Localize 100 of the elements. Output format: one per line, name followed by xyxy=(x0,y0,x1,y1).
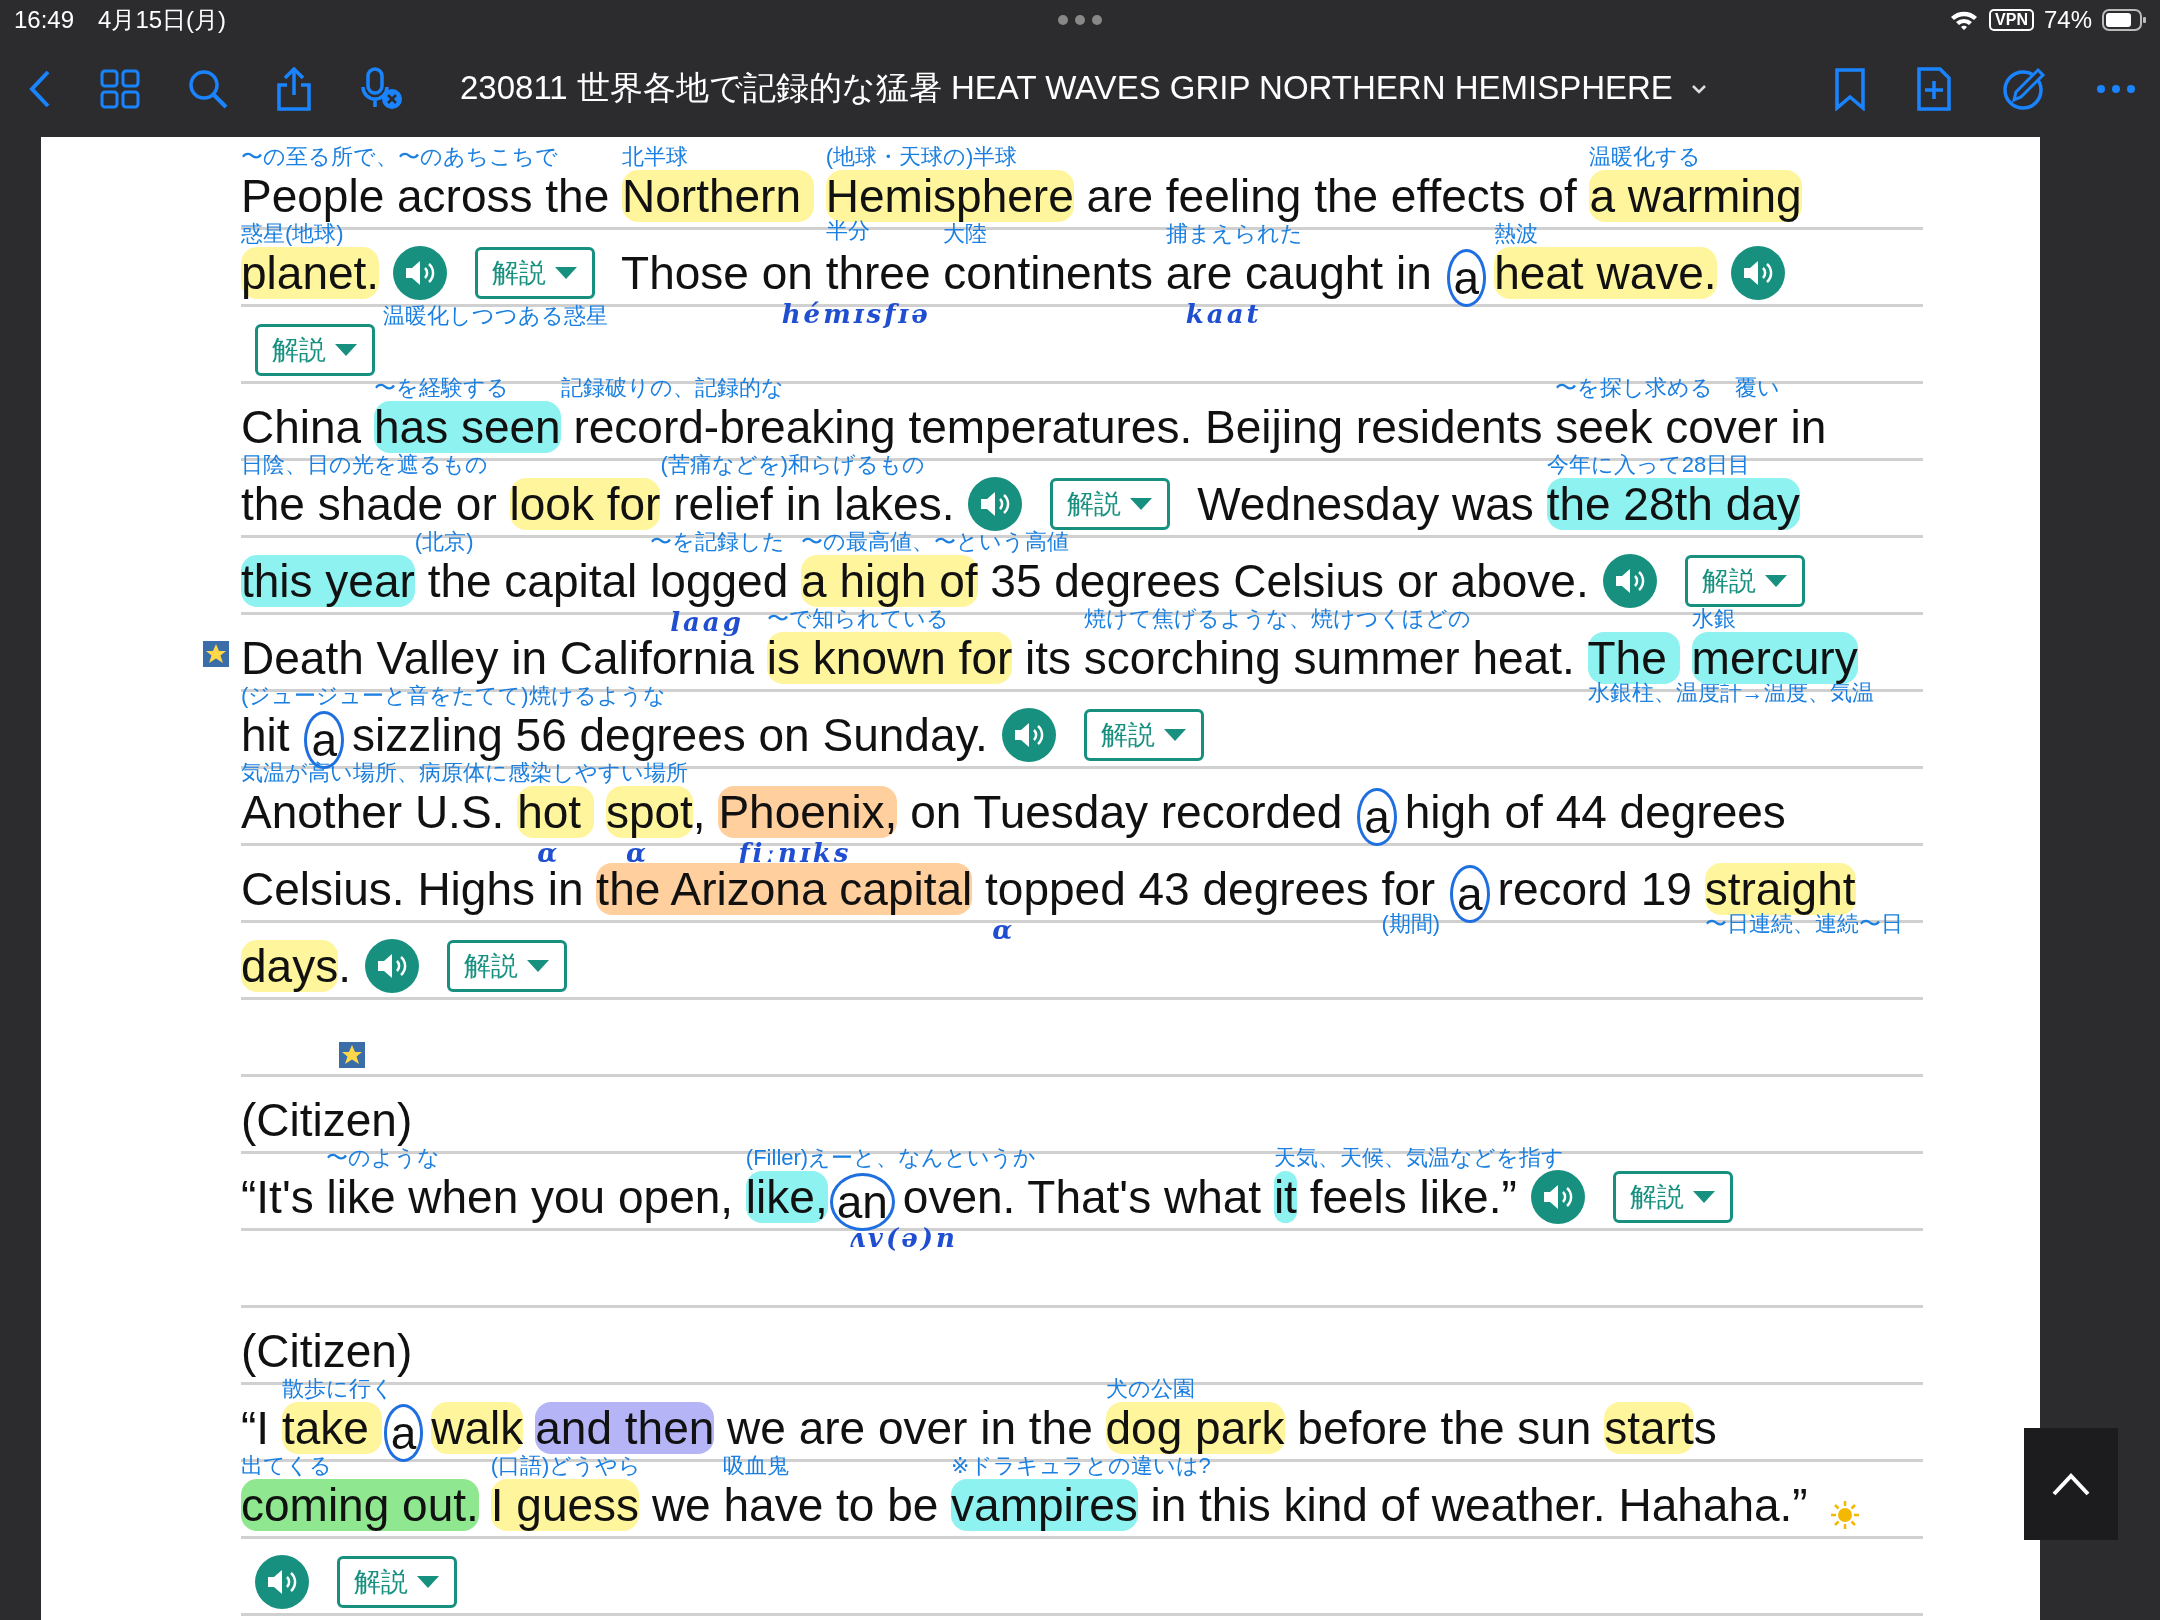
highlighted-phrase: the Arizona capital xyxy=(596,863,973,915)
sentence-text: topped xyxy=(984,863,1127,915)
handwritten-note: ɑ xyxy=(992,916,1016,944)
gloss-note: 焼けて焦げるような、焼けつくほどの xyxy=(1083,607,1471,631)
highlighted-phrase: vampires xyxy=(951,1479,1138,1531)
share-icon xyxy=(276,66,312,111)
highlighted-phrase: hot xyxy=(517,786,594,838)
more-button[interactable] xyxy=(2096,83,2136,94)
explanation-dropdown[interactable]: 解説 xyxy=(255,324,375,376)
gloss-note: 今年に入って28日目 xyxy=(1546,453,1751,477)
sentence-text: like xyxy=(326,1171,397,1223)
highlighted-phrase: like, xyxy=(745,1171,828,1223)
gloss-note: 〜を探し求める 覆い xyxy=(1555,376,1781,400)
gloss-note: 天気、天候、気温などを指す xyxy=(1273,1146,1564,1170)
highlighted-phrase: straight xyxy=(1704,863,1856,915)
search-button[interactable] xyxy=(188,68,228,109)
gloss-note: 記録破りの、記録的な xyxy=(560,376,784,400)
document-title[interactable]: 230811 世界各地で記録的な猛暑 HEAT WAVES GRIP NORTHERN HEMISPHERE xyxy=(460,66,1673,111)
microphone-button[interactable] xyxy=(360,66,404,111)
back-button[interactable] xyxy=(28,68,52,109)
add-page-button[interactable] xyxy=(1916,65,1952,112)
gloss-note: (期間) xyxy=(1381,912,1441,936)
gloss-note: 熱波 xyxy=(1494,222,1539,246)
highlighted-phrase: has seen xyxy=(373,401,561,453)
gloss-note: 犬の公園 xyxy=(1105,1377,1195,1401)
sentence-text: are feeling the effects of xyxy=(1085,170,1578,222)
explanation-dropdown[interactable]: 解説 xyxy=(1612,1171,1733,1223)
gloss-note: 〜を経験する xyxy=(373,376,509,400)
explanation-dropdown[interactable]: 解説 xyxy=(1684,555,1805,607)
sentence-text: sizzling 56 degrees on Sunday. xyxy=(351,709,988,761)
speaker-button[interactable] xyxy=(364,939,419,993)
grid-button[interactable] xyxy=(100,68,140,109)
gloss-note: 出てくる xyxy=(241,1454,332,1478)
bookmark-button[interactable] xyxy=(1834,66,1866,111)
gloss-note: 吸血鬼 xyxy=(723,1454,790,1478)
highlighted-phrase: the 28th day xyxy=(1546,478,1800,530)
handwritten-note: hémɪsfɪə xyxy=(781,300,931,328)
sentence-text: in lakes. xyxy=(785,478,955,530)
highlighted-phrase: heat wave. xyxy=(1494,247,1717,299)
sentence-text: we xyxy=(650,1479,712,1531)
explanation-dropdown[interactable]: 解説 xyxy=(337,1556,457,1608)
gloss-note: 温暖化しつつある惑星 xyxy=(383,304,609,328)
wifi-icon xyxy=(1949,9,1980,31)
star-sticker-icon xyxy=(203,641,229,667)
pen-circle-icon xyxy=(2002,66,2046,111)
gloss-note: 〜のような xyxy=(326,1146,441,1170)
gloss-note: 温暖化する xyxy=(1589,145,1702,169)
speaker-button[interactable] xyxy=(1530,1170,1585,1224)
sentence-text: 35 degrees Celsius or above. xyxy=(989,555,1589,607)
highlighted-phrase: spot xyxy=(605,786,693,838)
gloss-note: 〜の最高値、〜という高値 xyxy=(801,530,1070,554)
sentence-text: Another U.S. xyxy=(241,786,506,838)
gloss-note: (口語)どうやら xyxy=(490,1454,642,1478)
sentence-text: or xyxy=(455,478,498,530)
sentence-text: hit xyxy=(241,709,291,761)
bookmark-icon xyxy=(1834,66,1866,111)
gloss-note: (北京) xyxy=(414,530,474,554)
speaker-button[interactable] xyxy=(1730,246,1785,300)
gloss-note: (地球・天球の)半球 xyxy=(825,145,1018,169)
sentence-text: record-breaking xyxy=(572,401,897,453)
grid-icon xyxy=(100,68,140,109)
explanation-dropdown[interactable]: 解説 xyxy=(446,940,567,992)
explanation-dropdown[interactable]: 解説 xyxy=(475,247,596,299)
sentence-text: high of 44 degrees xyxy=(1404,786,1786,838)
speaker-button[interactable] xyxy=(1602,554,1657,608)
sentence-text: scorching xyxy=(1083,632,1282,684)
speaker-button[interactable] xyxy=(968,477,1023,531)
gloss-note: 惑星(地球) xyxy=(241,222,344,246)
speaker-button[interactable] xyxy=(1001,708,1056,762)
highlighted-phrase: days xyxy=(241,940,339,992)
gloss-note: (Filler)えーと、なんというか xyxy=(745,1146,1037,1170)
sentence-text: (Citizen) xyxy=(241,1094,413,1146)
speaker-button[interactable] xyxy=(255,1555,309,1609)
highlighted-phrase: is known for xyxy=(766,632,1013,684)
gloss-note: 〜の至る所で、〜のあちこちで xyxy=(241,145,558,169)
sentence-text: on three xyxy=(761,247,932,299)
more-dots-icon xyxy=(1057,14,1103,26)
markup-button[interactable] xyxy=(2002,66,2046,111)
sentence-text: 43 degrees xyxy=(1138,863,1370,915)
sentence-text: before the sun xyxy=(1296,1402,1593,1454)
sentence-text: . xyxy=(338,940,351,992)
sentence-text: in xyxy=(1790,401,1827,453)
scroll-to-top-button[interactable] xyxy=(2024,1428,2118,1540)
caret-down-icon xyxy=(1162,728,1187,742)
sentence-text: continents xyxy=(943,247,1154,299)
sentence-text: in this kind of weather. Hahaha.” xyxy=(1149,1479,1808,1531)
sentence-text: Those xyxy=(620,247,750,299)
handwritten-note: laag xyxy=(670,608,744,636)
share-button[interactable] xyxy=(276,66,312,111)
sentence-text: across the xyxy=(397,170,611,222)
sentence-text: in xyxy=(1395,247,1433,299)
document-plus-icon xyxy=(1916,65,1952,112)
explanation-dropdown[interactable]: 解説 xyxy=(1083,709,1204,761)
sentence-text: the capital xyxy=(426,555,639,607)
explanation-dropdown[interactable]: 解説 xyxy=(1050,478,1171,530)
microphone-off-icon xyxy=(360,66,404,111)
chevron-down-icon xyxy=(1690,83,1707,94)
vpn-badge: VPN xyxy=(1989,9,2034,31)
sentence-text: we are over in the xyxy=(726,1402,1094,1454)
sentence-text: (Citizen) xyxy=(241,1325,413,1377)
